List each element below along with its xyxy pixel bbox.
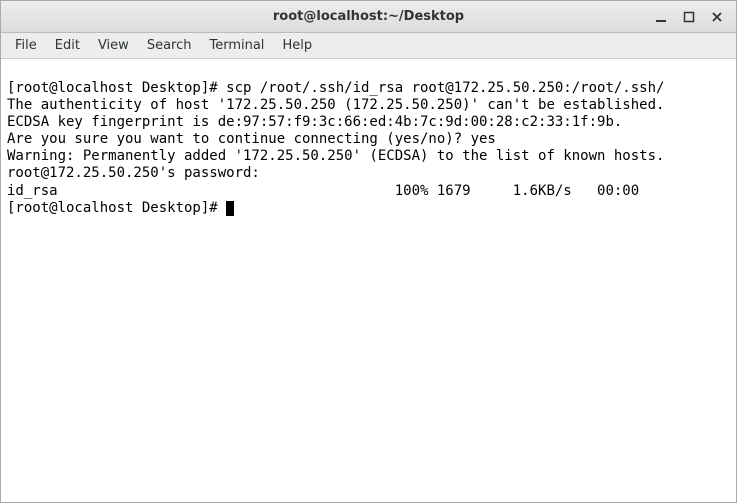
- terminal-line: ECDSA key fingerprint is de:97:57:f9:3c:…: [7, 114, 622, 130]
- terminal-line: The authenticity of host '172.25.50.250 …: [7, 97, 664, 113]
- window-controls: [654, 10, 728, 24]
- menubar: File Edit View Search Terminal Help: [1, 33, 736, 59]
- menu-help[interactable]: Help: [274, 35, 320, 56]
- close-button[interactable]: [710, 10, 724, 24]
- terminal-line: Are you sure you want to continue connec…: [7, 131, 496, 147]
- menu-edit[interactable]: Edit: [47, 35, 88, 56]
- terminal-line: id_rsa 100% 1679 1.6KB/s 00:00: [7, 183, 673, 199]
- terminal-prompt: [root@localhost Desktop]#: [7, 200, 226, 216]
- terminal-line: Warning: Permanently added '172.25.50.25…: [7, 148, 664, 164]
- terminal-line: root@172.25.50.250's password:: [7, 165, 268, 181]
- minimize-button[interactable]: [654, 10, 668, 24]
- menu-terminal[interactable]: Terminal: [201, 35, 272, 56]
- cursor-icon: [226, 201, 234, 216]
- terminal-prompt-line: [root@localhost Desktop]#: [7, 200, 234, 216]
- menu-view[interactable]: View: [90, 35, 137, 56]
- terminal-line: [root@localhost Desktop]# scp /root/.ssh…: [7, 80, 664, 96]
- window-title: root@localhost:~/Desktop: [1, 9, 736, 24]
- maximize-button[interactable]: [682, 10, 696, 24]
- menu-search[interactable]: Search: [139, 35, 200, 56]
- titlebar: root@localhost:~/Desktop: [1, 1, 736, 33]
- terminal-area[interactable]: [root@localhost Desktop]# scp /root/.ssh…: [1, 59, 736, 502]
- menu-file[interactable]: File: [7, 35, 45, 56]
